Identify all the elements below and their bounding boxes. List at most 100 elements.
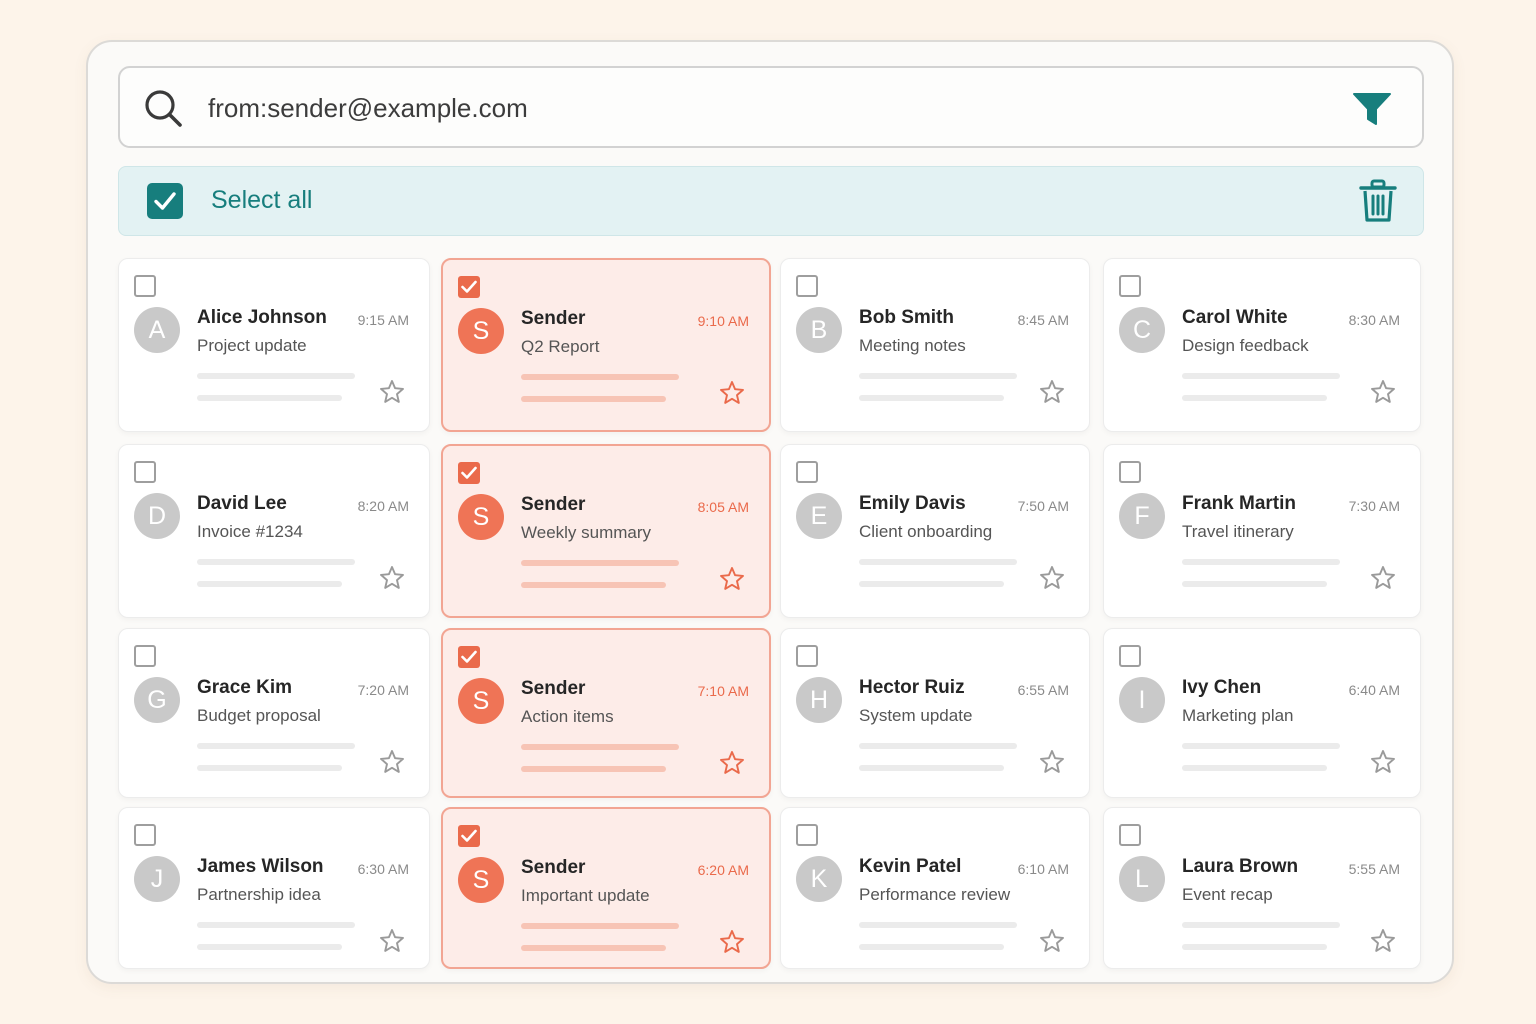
preview-line [521, 766, 666, 772]
message-subject: Weekly summary [521, 523, 652, 542]
message-checkbox[interactable] [796, 461, 818, 483]
message-subject: Q2 Report [521, 337, 600, 356]
message-card[interactable]: S Sender Q2 Report 9:10 AM [441, 258, 771, 432]
preview-line [1182, 581, 1327, 587]
message-time: 9:15 AM [357, 312, 409, 328]
message-time: 7:10 AM [697, 683, 749, 699]
message-checkbox[interactable] [796, 275, 818, 297]
preview-line [1182, 743, 1340, 749]
message-subject: Important update [521, 886, 650, 905]
message-time: 8:45 AM [1017, 312, 1069, 328]
message-time: 5:55 AM [1348, 861, 1400, 877]
star-icon[interactable] [1370, 565, 1396, 591]
message-subject: Performance review [859, 885, 1011, 904]
sender-name: Hector Ruiz [859, 677, 965, 698]
avatar: D [134, 493, 180, 539]
message-checkbox[interactable] [1119, 461, 1141, 483]
message-card[interactable]: S Sender Important update 6:20 AM [441, 807, 771, 969]
avatar: B [796, 307, 842, 353]
star-icon[interactable] [379, 749, 405, 775]
message-card[interactable]: F Frank Martin Travel itinerary 7:30 AM [1103, 444, 1421, 618]
star-icon[interactable] [1370, 379, 1396, 405]
sender-name: Laura Brown [1182, 856, 1299, 877]
message-card[interactable]: H Hector Ruiz System update 6:55 AM [780, 628, 1090, 798]
star-icon[interactable] [719, 566, 745, 592]
star-icon[interactable] [1039, 928, 1065, 954]
message-checkbox[interactable] [458, 462, 480, 484]
preview-line [1182, 395, 1327, 401]
message-checkbox[interactable] [134, 275, 156, 297]
sender-name: Kevin Patel [859, 856, 962, 877]
preview-line [197, 581, 342, 587]
filter-icon[interactable] [1352, 91, 1392, 127]
select-all-checkbox[interactable] [147, 183, 183, 219]
star-icon[interactable] [1370, 928, 1396, 954]
star-icon[interactable] [379, 928, 405, 954]
message-card[interactable]: D David Lee Invoice #1234 8:20 AM [118, 444, 430, 618]
preview-line [521, 923, 679, 929]
message-card[interactable]: S Sender Weekly summary 8:05 AM [441, 444, 771, 618]
star-icon[interactable] [379, 379, 405, 405]
message-checkbox[interactable] [796, 645, 818, 667]
avatar: E [796, 493, 842, 539]
star-icon[interactable] [719, 380, 745, 406]
trash-icon[interactable] [1359, 179, 1397, 223]
message-subject: Invoice #1234 [197, 522, 303, 541]
sender-name: Sender [521, 857, 586, 878]
preview-line [859, 922, 1017, 928]
preview-line [197, 395, 342, 401]
search-input[interactable] [208, 86, 1308, 130]
star-icon[interactable] [719, 929, 745, 955]
message-card[interactable]: E Emily Davis Client onboarding 7:50 AM [780, 444, 1090, 618]
message-card[interactable]: C Carol White Design feedback 8:30 AM [1103, 258, 1421, 432]
message-card[interactable]: L Laura Brown Event recap 5:55 AM [1103, 807, 1421, 969]
message-card[interactable]: I Ivy Chen Marketing plan 6:40 AM [1103, 628, 1421, 798]
star-icon[interactable] [1039, 749, 1065, 775]
star-icon[interactable] [1039, 565, 1065, 591]
preview-line [859, 743, 1017, 749]
preview-line [197, 765, 342, 771]
message-time: 6:55 AM [1017, 682, 1069, 698]
message-subject: Project update [197, 336, 307, 355]
star-icon[interactable] [719, 750, 745, 776]
preview-line [521, 744, 679, 750]
message-card[interactable]: J James Wilson Partnership idea 6:30 AM [118, 807, 430, 969]
message-checkbox[interactable] [458, 825, 480, 847]
preview-line [197, 559, 355, 565]
message-subject: Partnership idea [197, 885, 321, 904]
preview-line [1182, 922, 1340, 928]
message-checkbox[interactable] [458, 276, 480, 298]
message-card[interactable]: A Alice Johnson Project update 9:15 AM [118, 258, 430, 432]
sender-name: Carol White [1182, 307, 1288, 328]
sender-name: Frank Martin [1182, 493, 1297, 514]
select-all-label: Select all [211, 186, 313, 214]
star-icon[interactable] [1370, 749, 1396, 775]
message-checkbox[interactable] [796, 824, 818, 846]
checkmark-icon [154, 192, 176, 210]
message-card[interactable]: K Kevin Patel Performance review 6:10 AM [780, 807, 1090, 969]
star-icon[interactable] [1039, 379, 1065, 405]
checkmark-icon [461, 829, 477, 842]
message-checkbox[interactable] [1119, 824, 1141, 846]
message-checkbox[interactable] [1119, 645, 1141, 667]
message-card[interactable]: G Grace Kim Budget proposal 7:20 AM [118, 628, 430, 798]
preview-line [197, 944, 342, 950]
message-checkbox[interactable] [134, 461, 156, 483]
message-card[interactable]: B Bob Smith Meeting notes 8:45 AM [780, 258, 1090, 432]
avatar: J [134, 856, 180, 902]
message-checkbox[interactable] [134, 824, 156, 846]
checkmark-icon [461, 280, 477, 293]
sender-name: Emily Davis [859, 493, 966, 514]
message-checkbox[interactable] [134, 645, 156, 667]
message-subject: Budget proposal [197, 706, 321, 725]
search-icon [145, 90, 182, 127]
avatar: S [458, 678, 504, 724]
message-checkbox[interactable] [1119, 275, 1141, 297]
preview-line [859, 559, 1017, 565]
star-icon[interactable] [379, 565, 405, 591]
checkmark-icon [461, 650, 477, 663]
message-subject: Design feedback [1182, 336, 1309, 355]
message-card[interactable]: S Sender Action items 7:10 AM [441, 628, 771, 798]
sender-name: Grace Kim [197, 677, 293, 698]
message-checkbox[interactable] [458, 646, 480, 668]
